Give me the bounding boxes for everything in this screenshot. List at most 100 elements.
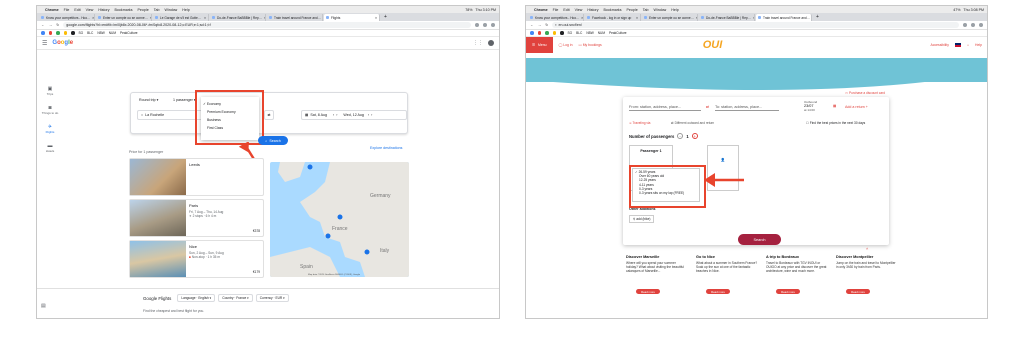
outbound-field[interactable]: Outbound 23/07 at 14:00 [804, 100, 817, 112]
accessibility-link[interactable]: Accessibility [930, 43, 948, 47]
close-icon[interactable]: × [579, 16, 583, 20]
promo-card[interactable]: A trip to Bordeaux Travel to Bordeaux wi… [766, 255, 828, 294]
profile-icon[interactable] [491, 23, 495, 27]
bookmark-icon[interactable] [48, 31, 52, 35]
bookmark-item[interactable]: PeakCulture [609, 31, 627, 35]
browser-tab[interactable]: Enter un compte ou se conne… × [96, 14, 152, 21]
menu-bookmarks[interactable]: Bookmarks [604, 8, 622, 12]
browser-tab[interactable]: Do-de-France BaBBBle | Rep… × [699, 14, 755, 21]
chevron-up-icon[interactable]: ˄ [866, 246, 868, 251]
promo-card[interactable]: Discover Montpellier Jump on the train a… [836, 255, 898, 294]
browser-tab[interactable]: Le Garage de s'il est Gotte… × [153, 14, 209, 21]
swap-button[interactable]: ⇄ [264, 110, 274, 120]
destination-card[interactable]: Nice Sun, 2 Aug – Sun, 9 Aug ■ Non-stop … [129, 240, 264, 278]
login-link[interactable]: ◯ Log in [559, 43, 573, 47]
basket-icon[interactable]: ⌂ [967, 43, 969, 47]
forward-icon[interactable]: → [49, 23, 53, 27]
extension-icon[interactable] [971, 23, 975, 27]
destination-card[interactable]: Paris Fri, 7 Aug – Thu, 14 Aug ✈ 2 stops… [129, 199, 264, 237]
apps-grid-icon[interactable]: ⋮⋮ [473, 40, 483, 46]
search-button[interactable]: ⌕ Search [258, 136, 288, 145]
return-date[interactable]: Wed, 12 Aug [343, 113, 364, 117]
menu-people[interactable]: People [627, 8, 638, 12]
destination-card[interactable]: Leeds [129, 158, 264, 196]
to-input[interactable]: To: station, address, place... [715, 105, 779, 111]
bookmark-item[interactable]: SG [568, 31, 573, 35]
explore-destinations-link[interactable]: Explore destinations [370, 146, 402, 150]
close-icon[interactable]: × [90, 16, 94, 20]
chevron-right-icon[interactable]: › [371, 113, 372, 117]
bookmark-icon[interactable] [63, 31, 67, 35]
read-more-button[interactable]: Read more [636, 289, 660, 294]
close-icon[interactable]: × [373, 16, 377, 20]
bookmark-icon[interactable] [41, 31, 45, 35]
menubar-app[interactable]: Chrome [534, 8, 548, 12]
avatar[interactable] [488, 40, 494, 46]
close-icon[interactable]: × [202, 16, 206, 20]
read-more-button[interactable]: Read more [776, 289, 800, 294]
menu-file[interactable]: File [64, 8, 70, 12]
currency-select[interactable]: Currency · EUR ▾ [255, 294, 289, 302]
bookmark-icon[interactable] [560, 31, 564, 35]
bookings-link[interactable]: ▭ My bookings [579, 43, 602, 47]
promo-card[interactable]: Discover Marseille Where will you spend … [626, 255, 688, 294]
map-pin[interactable] [307, 164, 313, 170]
search-button[interactable]: Search [738, 234, 781, 245]
discount-card-link[interactable]: ▭ Purchase a discount card [845, 91, 885, 95]
menu-view[interactable]: View [86, 8, 94, 12]
add-bike-button[interactable]: ⚲ add (bike) [629, 215, 655, 223]
bookmark-item[interactable]: NUM [598, 31, 605, 35]
close-icon[interactable]: × [810, 16, 811, 20]
bookmark-item[interactable]: BLC [576, 31, 582, 35]
menu-bookmarks[interactable]: Bookmarks [115, 8, 133, 12]
nav-flights[interactable]: ✈ Flights [39, 124, 61, 134]
close-icon[interactable]: × [262, 16, 265, 20]
chevron-left-icon[interactable]: ‹ [368, 113, 369, 117]
browser-tab[interactable]: Know your competitors - Hoo… × [39, 14, 95, 21]
menu-help[interactable]: Help [182, 8, 189, 12]
menu-tab[interactable]: Tab [643, 8, 649, 12]
back-icon[interactable]: ← [41, 23, 45, 27]
hamburger-icon[interactable]: ☰ [42, 40, 47, 47]
bookmark-item[interactable]: NBW [586, 31, 593, 35]
chevron-right-icon[interactable]: › [336, 113, 337, 117]
bookmark-icon[interactable] [545, 31, 549, 35]
menu-edit[interactable]: Edit [563, 8, 569, 12]
read-more-button[interactable]: Read more [846, 289, 870, 294]
menu-button[interactable]: ☰ Menu [526, 37, 553, 53]
help-link[interactable]: Help [975, 43, 982, 47]
bookmark-icon[interactable] [71, 31, 75, 35]
calendar-icon[interactable]: ▦ [833, 104, 836, 108]
map-pin[interactable] [337, 214, 343, 220]
from-input[interactable]: From: station, address, place... [629, 105, 701, 111]
close-icon[interactable]: × [694, 16, 697, 20]
google-logo[interactable]: Google [52, 40, 73, 46]
new-tab-button[interactable]: + [813, 14, 822, 20]
url-input[interactable]: google.com/flights?hl=en#flt=/m/0jb8x.20… [63, 22, 471, 28]
best-prices-checkbox[interactable]: ☐ Find the best prices in the next 30 da… [806, 121, 865, 125]
promo-card[interactable]: Go to Nice What about a summer in Southe… [696, 255, 758, 294]
menu-file[interactable]: File [553, 8, 559, 12]
browser-tab[interactable]: Enter un compte ou se conne… × [642, 14, 698, 21]
close-icon[interactable]: × [751, 16, 754, 20]
bookmark-item[interactable]: NBW [97, 31, 104, 35]
bookmark-item[interactable]: SG [79, 31, 84, 35]
bookmark-icon[interactable] [56, 31, 60, 35]
url-input[interactable]: ▪ en.oui.sncf/en/ [552, 22, 959, 28]
browser-tab-active[interactable]: Flights × [324, 14, 380, 21]
forward-icon[interactable]: → [538, 23, 542, 27]
extension-icon[interactable] [475, 23, 479, 27]
menu-window[interactable]: Window [654, 8, 667, 12]
oui-logo[interactable]: OUI [703, 39, 723, 51]
browser-tab[interactable]: Do-de-France BaBBBle | Rep… × [210, 14, 266, 21]
bookmark-icon[interactable] [537, 31, 541, 35]
menu-edit[interactable]: Edit [74, 8, 80, 12]
bookmark-item[interactable]: BLC [87, 31, 93, 35]
back-icon[interactable]: ← [530, 23, 534, 27]
new-tab-button[interactable]: + [381, 14, 390, 20]
menu-people[interactable]: People [138, 8, 149, 12]
decrement-button[interactable]: − [677, 133, 684, 139]
browser-tab-active[interactable]: Train travel around France and…× [756, 14, 812, 21]
close-icon[interactable]: × [634, 16, 638, 20]
read-more-button[interactable]: Read more [706, 289, 730, 294]
